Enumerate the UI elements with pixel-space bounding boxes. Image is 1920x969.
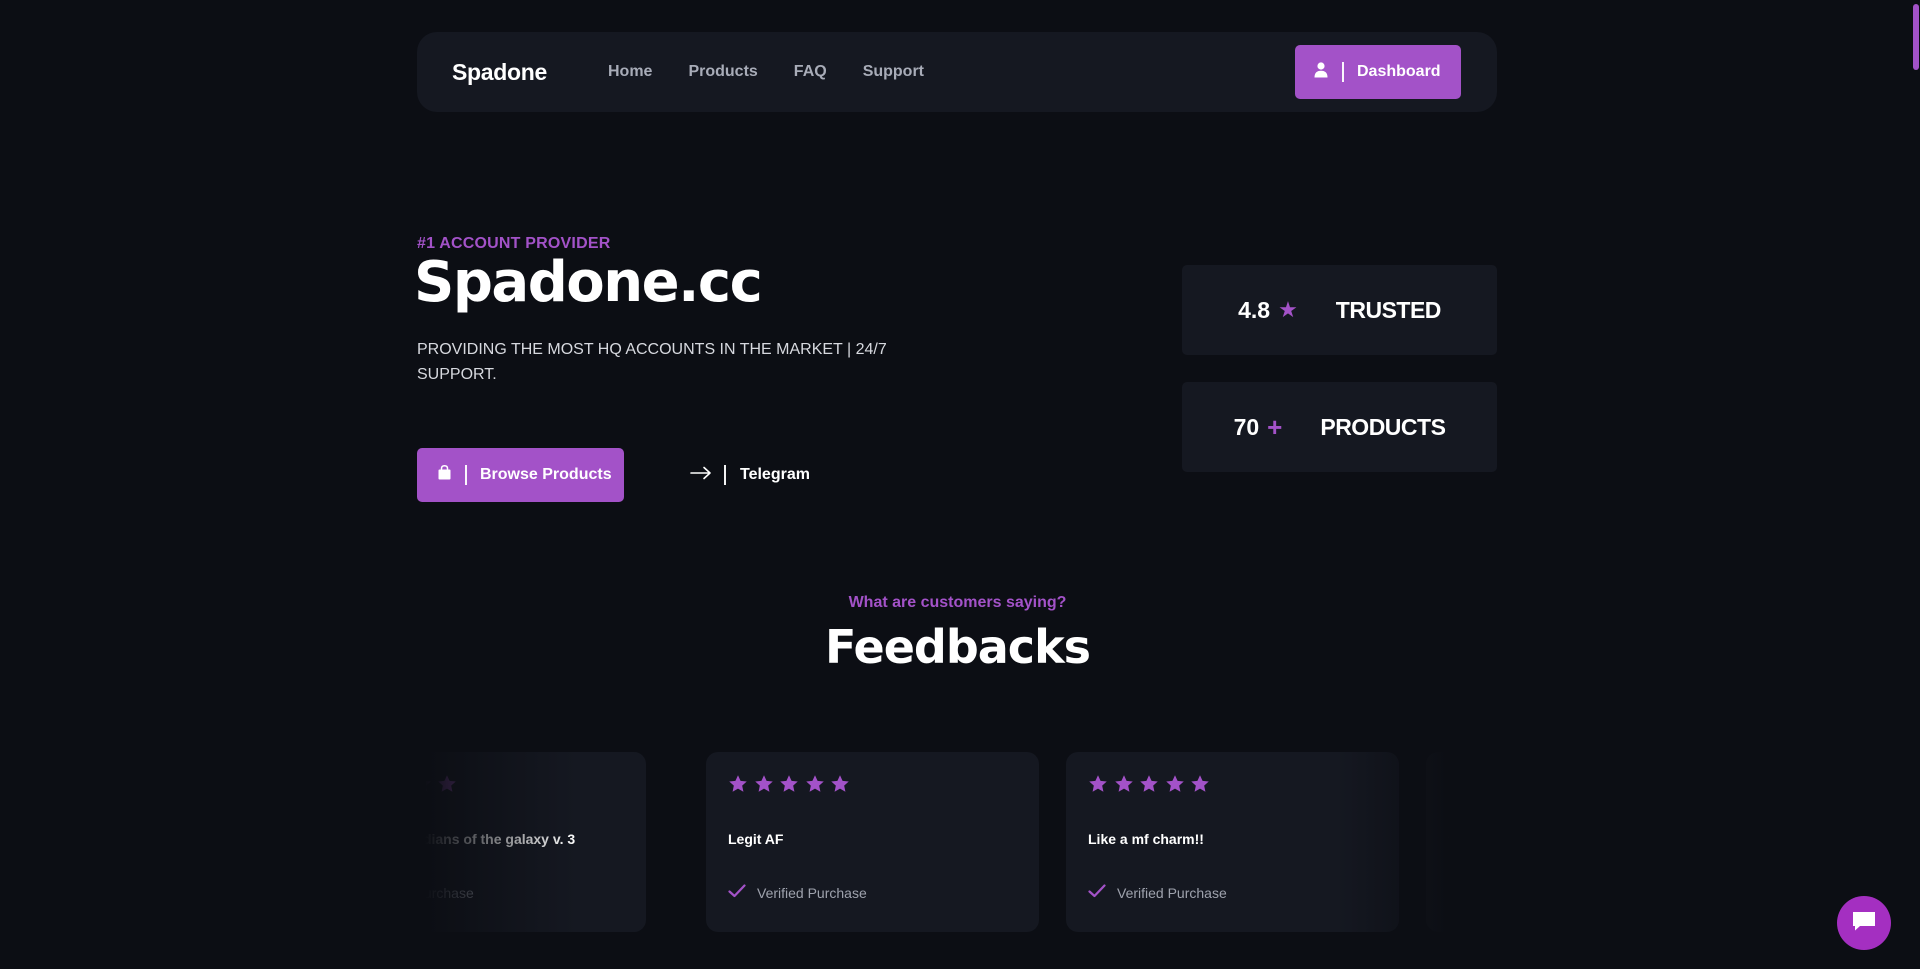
chat-bubble-icon (1851, 909, 1877, 938)
nav-link-products[interactable]: Products (688, 63, 757, 81)
verified-badge: Verified Purchase (1088, 884, 1227, 901)
rating-stars (417, 774, 463, 794)
feedback-carousel[interactable]: can see Guardians of the galaxy v. 3 Ver… (417, 752, 1497, 932)
feedback-text: worked (1448, 831, 1497, 847)
star-icon (1114, 775, 1133, 792)
check-icon (1448, 884, 1477, 901)
stat-label: TRUSTED (1335, 296, 1442, 323)
star-icon (1089, 775, 1107, 792)
check-icon (1088, 884, 1117, 901)
feedback-title: Feedbacks (824, 620, 1091, 674)
feedback-text: Legit AF (728, 831, 784, 847)
telegram-link[interactable]: Telegram (690, 458, 810, 492)
star-icon (1165, 775, 1184, 792)
verified-badge: Verified Purchase (417, 884, 474, 901)
scrollbar[interactable] (1910, 0, 1920, 969)
telegram-label: Telegram (740, 466, 810, 483)
navbar: Spadone Home Products FAQ Support Dashbo… (417, 32, 1497, 112)
star-icon: ★ (1278, 297, 1298, 322)
divider (724, 465, 726, 485)
brand-logo[interactable]: Spadone (452, 32, 547, 112)
star-icon (1191, 775, 1209, 792)
star-icon (754, 775, 773, 792)
shopping-bag-icon (438, 465, 451, 485)
feedback-card: Legit AF Verified Purchase (706, 752, 1039, 932)
feedback-eyebrow: What are customers saying? (848, 594, 1067, 611)
divider (465, 465, 467, 485)
stat-card-products: 70 + PRODUCTS (1182, 382, 1497, 472)
dashboard-button-label: Dashboard (1357, 63, 1441, 80)
star-icon (805, 775, 824, 792)
stat-label: PRODUCTS (1320, 413, 1446, 440)
star-icon (438, 775, 456, 792)
check-icon (728, 884, 757, 901)
nav-link-faq[interactable]: FAQ (794, 63, 827, 81)
star-icon (1474, 775, 1493, 792)
stat-value: 70 (1233, 413, 1260, 440)
rating-stars (1448, 774, 1497, 794)
arrow-right-icon (690, 466, 712, 485)
stat-value: 4.8 (1238, 296, 1271, 323)
rating-stars (1088, 774, 1216, 794)
browse-products-label: Browse Products (480, 466, 612, 483)
verified-label: Verified Purchase (1117, 884, 1227, 901)
verified-label: Verified Purchase (417, 884, 474, 901)
stat-card-rating: 4.8 ★ TRUSTED (1182, 265, 1497, 355)
user-icon (1314, 61, 1328, 83)
star-icon (1449, 775, 1467, 792)
rating-stars (728, 774, 856, 794)
star-icon (729, 775, 747, 792)
hero-subtitle: PROVIDING THE MOST HQ ACCOUNTS IN THE MA… (417, 341, 887, 383)
scrollbar-thumb[interactable] (1913, 4, 1919, 70)
feedback-card: can see Guardians of the galaxy v. 3 Ver… (417, 752, 646, 932)
verified-label: Verified Purchase (1477, 884, 1497, 901)
nav-link-home[interactable]: Home (608, 63, 652, 81)
dashboard-button[interactable]: Dashboard (1295, 45, 1461, 99)
star-icon (417, 775, 431, 792)
verified-label: Verified Purchase (757, 884, 867, 901)
star-icon (1140, 775, 1158, 792)
feedback-card: worked Verified Purchase (1426, 752, 1497, 932)
verified-badge: Verified Purchase (728, 884, 867, 901)
page: Spadone Home Products FAQ Support Dashbo… (0, 0, 1920, 969)
nav-links: Home Products FAQ Support (608, 32, 960, 112)
feedback-card: Like a mf charm!! Verified Purchase (1066, 752, 1399, 932)
feedback-text: can see Guardians of the galaxy v. 3 (417, 831, 576, 847)
verified-badge: Verified Purchase (1448, 884, 1497, 901)
plus-icon: + (1267, 411, 1283, 442)
chat-button[interactable] (1837, 896, 1891, 950)
star-icon (831, 775, 849, 792)
star-icon (780, 775, 798, 792)
nav-link-support[interactable]: Support (863, 63, 924, 81)
feedback-text: Like a mf charm!! (1088, 831, 1204, 847)
divider (1342, 62, 1344, 82)
hero-title: Spadone.cc (414, 250, 763, 315)
browse-products-button[interactable]: Browse Products (417, 448, 624, 502)
